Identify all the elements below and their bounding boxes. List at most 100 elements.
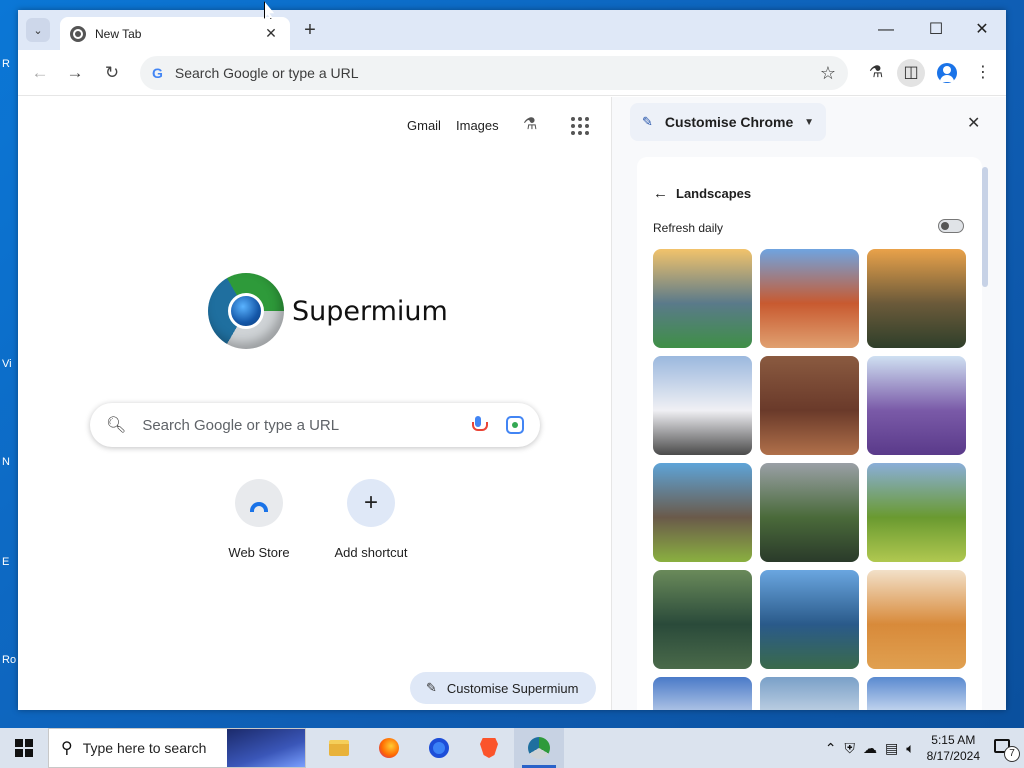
security-shield-icon[interactable]: ⛨ (844, 740, 855, 757)
desktop-icon-label[interactable]: E (0, 556, 18, 568)
title-bar: ⌄ New Tab ✕ + — ☐ ✕ (18, 10, 1006, 50)
windows-logo-icon (15, 739, 33, 757)
brand-logo: Supermium (208, 273, 448, 349)
omnibox[interactable]: G Search Google or type a URL ☆ (140, 56, 848, 90)
forward-button[interactable]: → (63, 61, 87, 85)
refresh-daily-label: Refresh daily (653, 221, 724, 235)
ntp-search-box[interactable]: 🔍︎ Search Google or type a URL (90, 403, 540, 447)
close-window-button[interactable]: ✕ (962, 18, 1002, 42)
taskbar-file-explorer[interactable] (314, 728, 364, 768)
back-arrow-icon: ← (653, 185, 668, 202)
background-thumbnail[interactable] (653, 249, 752, 348)
caret-down-icon: ▼ (804, 116, 814, 128)
omnibox-placeholder: Search Google or type a URL (174, 65, 359, 81)
shortcut-label: Web Store (228, 545, 290, 560)
plus-icon: + (347, 479, 395, 527)
start-button[interactable] (0, 728, 48, 768)
notifications-button[interactable]: 7 (992, 736, 1020, 762)
desktop-icon-label[interactable]: N (0, 456, 18, 468)
refresh-daily-toggle[interactable] (938, 219, 964, 233)
google-lens-icon[interactable] (506, 416, 524, 434)
folder-icon (329, 740, 349, 756)
side-panel-selector[interactable]: ✎ Customise Chrome ▼ (630, 103, 826, 141)
back-button[interactable]: ← (28, 61, 52, 85)
tab-new-tab[interactable]: New Tab ✕ (60, 17, 290, 50)
close-tab-icon[interactable]: ✕ (262, 25, 280, 42)
avatar-icon (937, 62, 957, 83)
side-panel: ✎ Customise Chrome ▼ ✕ ← Landscapes Refr… (611, 97, 1006, 710)
desktop-icon-label[interactable]: Vi (0, 358, 18, 370)
show-hidden-icons-chevron-icon[interactable]: ⌃ (825, 740, 837, 757)
taskbar-firefox[interactable] (364, 728, 414, 768)
background-thumbnail[interactable] (760, 463, 859, 562)
background-thumbnail[interactable] (867, 677, 966, 710)
images-link[interactable]: Images (456, 118, 499, 133)
tab-search-button[interactable]: ⌄ (26, 18, 50, 42)
shortcut-label: Add shortcut (334, 545, 408, 560)
taskbar-brave[interactable] (464, 728, 514, 768)
web-store-icon (235, 479, 283, 527)
reload-button[interactable]: ↻ (100, 61, 124, 85)
background-thumbnail[interactable] (760, 570, 859, 669)
side-panel-title: Customise Chrome (664, 114, 794, 130)
background-thumbnail[interactable] (760, 677, 859, 710)
background-thumbnail[interactable] (653, 570, 752, 669)
chromium-icon (429, 738, 449, 758)
volume-icon[interactable]: 🔈︎ (906, 740, 914, 757)
shortcut-web-store[interactable]: Web Store (204, 479, 314, 560)
pencil-icon: ✎ (426, 680, 437, 695)
ntp-search-placeholder: Search Google or type a URL (142, 416, 340, 434)
profile-button[interactable] (933, 59, 961, 87)
taskbar-supermium[interactable] (514, 728, 564, 768)
desktop-icon-label[interactable]: R (0, 58, 18, 70)
labs-flask-icon[interactable]: ⚗ (523, 114, 537, 134)
new-tab-button[interactable]: + (298, 19, 322, 43)
cloud-icon[interactable]: ☁ (863, 740, 877, 757)
background-thumbnail[interactable] (653, 677, 752, 710)
brand-name: Supermium (292, 295, 448, 327)
theme-card: ← Landscapes Refresh daily (637, 157, 982, 710)
taskbar-search-placeholder: Type here to search (82, 740, 207, 756)
shortcut-add[interactable]: + Add shortcut (316, 479, 426, 560)
background-thumbnail[interactable] (760, 249, 859, 348)
maximize-button[interactable]: ☐ (916, 18, 956, 42)
chevron-down-icon: ⌄ (33, 24, 43, 37)
gmail-link[interactable]: Gmail (407, 118, 441, 133)
network-icon[interactable]: ▤ (885, 740, 898, 757)
background-thumbnail[interactable] (867, 356, 966, 455)
new-tab-page: Gmail Images ⚗ Supermium 🔍︎ Search Googl… (18, 97, 611, 710)
customise-button[interactable]: ✎ Customise Supermium (410, 672, 596, 704)
labs-flask-button[interactable]: ⚗ (862, 59, 890, 87)
customise-button-label: Customise Supermium (446, 680, 579, 696)
firefox-icon (379, 738, 399, 758)
close-side-panel-icon[interactable]: ✕ (967, 113, 980, 133)
menu-button[interactable]: ⋮ (969, 59, 997, 87)
background-thumbnail[interactable] (760, 356, 859, 455)
apps-grid-icon[interactable] (571, 117, 589, 135)
background-thumbnail[interactable] (867, 570, 966, 669)
voice-search-icon[interactable] (472, 416, 488, 434)
tab-title: New Tab (95, 26, 142, 41)
back-to-categories[interactable]: ← Landscapes (653, 185, 751, 202)
side-panel-button[interactable]: ◫ (897, 59, 925, 87)
background-thumbnail-grid (653, 249, 966, 710)
background-thumbnail[interactable] (653, 356, 752, 455)
supermium-logo-icon (208, 273, 284, 349)
background-thumbnail[interactable] (867, 249, 966, 348)
clock[interactable]: 5:15 AM 8/17/2024 (927, 732, 980, 764)
system-tray: ⌃ ⛨ ☁ ▤ 🔈︎ 5:15 AM 8/17/2024 7 (821, 728, 1024, 768)
toolbar: ← → ↻ G Search Google or type a URL ☆ ⚗ … (18, 50, 1006, 96)
notification-count-badge: 7 (1004, 746, 1020, 762)
background-thumbnail[interactable] (867, 463, 966, 562)
minimize-button[interactable]: — (866, 18, 906, 42)
taskbar-chromium[interactable] (414, 728, 464, 768)
background-thumbnail[interactable] (653, 463, 752, 562)
pencil-icon: ✎ (642, 114, 653, 129)
taskbar-search-box[interactable]: ⚲ Type here to search (48, 728, 306, 768)
brave-icon (480, 738, 498, 758)
desktop-icon-label[interactable]: Ro (0, 654, 18, 666)
side-panel-scrollbar[interactable] (982, 167, 988, 287)
bookmark-star-icon[interactable]: ☆ (820, 63, 836, 84)
browser-window: ⌄ New Tab ✕ + — ☐ ✕ ← → ↻ G Search Googl… (18, 10, 1006, 710)
google-g-icon: G (152, 65, 163, 81)
